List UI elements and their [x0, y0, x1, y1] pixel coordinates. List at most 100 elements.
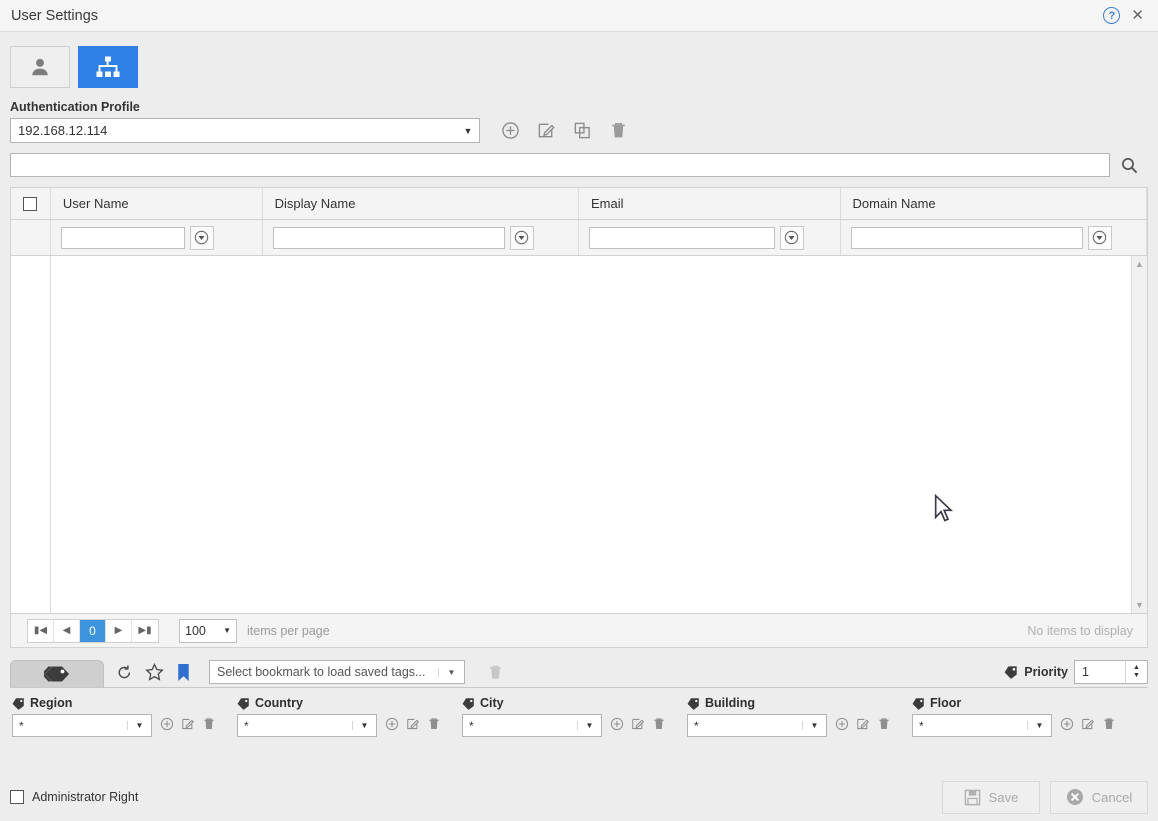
delete-tag-icon[interactable]: [427, 717, 441, 734]
tag-field-region-label-row: Region: [12, 696, 237, 710]
priority-stepper[interactable]: 1 ▲ ▼: [1074, 660, 1148, 684]
add-profile-icon[interactable]: [500, 121, 520, 141]
org-chart-icon: [96, 56, 120, 77]
edit-tag-icon[interactable]: [856, 717, 870, 734]
organization-tab[interactable]: [78, 46, 138, 88]
copy-profile-icon[interactable]: [572, 121, 592, 141]
edit-tag-icon[interactable]: [631, 717, 645, 734]
chevron-down-icon: ▼: [577, 721, 601, 730]
tag-field-city-combobox[interactable]: * ▼: [462, 714, 602, 737]
column-header-domain-name[interactable]: Domain Name: [841, 188, 1147, 219]
administrator-right-row[interactable]: Administrator Right: [10, 790, 138, 804]
tag-field-region-value: *: [19, 718, 24, 733]
chevron-down-icon: ▼: [352, 721, 376, 730]
pager-last-button[interactable]: ▶▮: [132, 620, 158, 642]
column-header-display-name[interactable]: Display Name: [263, 188, 579, 219]
column-header-email[interactable]: Email: [579, 188, 841, 219]
filter-dropdown-icon-display-name[interactable]: [509, 225, 534, 250]
pager-current-page[interactable]: 0: [80, 619, 106, 642]
profile-type-tabs: [0, 32, 1158, 88]
filter-input-display-name[interactable]: [272, 226, 505, 249]
priority-down-icon[interactable]: ▼: [1133, 672, 1140, 680]
save-button[interactable]: Save: [942, 780, 1040, 814]
filter-dropdown-icon-user-name[interactable]: [189, 225, 214, 250]
edit-tag-icon[interactable]: [181, 717, 195, 734]
tag-icon: [462, 697, 474, 710]
edit-tag-icon[interactable]: [406, 717, 420, 734]
cancel-button[interactable]: Cancel: [1050, 780, 1148, 814]
add-tag-icon[interactable]: [610, 717, 624, 734]
tag-field-region-combobox[interactable]: * ▼: [12, 714, 152, 737]
select-all-cell[interactable]: [11, 188, 51, 219]
reset-tags-icon[interactable]: [116, 664, 133, 681]
filter-input-email[interactable]: [588, 226, 775, 249]
edit-tag-icon[interactable]: [1081, 717, 1095, 734]
filter-dropdown-icon-email[interactable]: [779, 225, 804, 250]
page-title: User Settings: [11, 7, 99, 24]
tag-field-country-controls: * ▼: [237, 714, 462, 737]
help-circle-icon[interactable]: ?: [1103, 7, 1121, 24]
pager-buttons: ▮◀ ◀ 0 ▶ ▶▮: [27, 618, 159, 643]
tag-icon: [12, 697, 24, 710]
bookmark-flag-icon[interactable]: [176, 663, 191, 682]
tag-field-floor: Floor * ▼: [912, 696, 1137, 737]
add-tag-icon[interactable]: [835, 717, 849, 734]
column-header-user-name[interactable]: User Name: [51, 188, 263, 219]
tag-field-city: City * ▼: [462, 696, 687, 737]
bookmark-value: Select bookmark to load saved tags...: [217, 665, 426, 679]
tag-field-country-label-row: Country: [237, 696, 462, 710]
chevron-down-icon: ▼: [463, 125, 473, 136]
pager-first-button[interactable]: ▮◀: [28, 619, 54, 642]
delete-profile-icon[interactable]: [608, 121, 628, 141]
filter-input-domain-name[interactable]: [850, 226, 1083, 249]
search-input[interactable]: [10, 153, 1110, 177]
priority-value[interactable]: 1: [1075, 661, 1125, 683]
user-tab[interactable]: [10, 46, 70, 88]
tag-field-country-actions: [385, 717, 441, 734]
select-all-checkbox[interactable]: [23, 196, 38, 211]
close-icon[interactable]: ✕: [1129, 8, 1146, 23]
pager-next-button[interactable]: ▶: [106, 619, 132, 642]
tag-field-building-label: Building: [705, 696, 755, 710]
bookmark-combobox[interactable]: Select bookmark to load saved tags... ▼: [209, 660, 465, 684]
filter-input-user-name[interactable]: [60, 226, 185, 249]
filter-dropdown-icon-domain-name[interactable]: [1087, 225, 1112, 250]
favorite-star-icon[interactable]: [145, 662, 164, 682]
tag-field-building-combobox[interactable]: * ▼: [687, 714, 827, 737]
search-row: [0, 143, 1158, 177]
tag-field-building-actions: [835, 717, 891, 734]
chevron-down-icon: ▼: [223, 626, 231, 635]
tags-icon: [43, 666, 69, 682]
grid-vertical-scrollbar[interactable]: ▲ ▼: [1131, 256, 1147, 613]
chevron-down-icon: ▼: [1027, 721, 1051, 730]
pager-prev-button[interactable]: ◀: [54, 619, 80, 642]
page-size-combobox[interactable]: 100 ▼: [179, 618, 237, 643]
delete-tag-icon[interactable]: [652, 717, 666, 734]
auth-profile-value: 192.168.12.114: [18, 123, 108, 138]
edit-profile-icon[interactable]: [536, 121, 556, 141]
delete-tag-icon[interactable]: [1102, 717, 1116, 734]
delete-tag-icon[interactable]: [877, 717, 891, 734]
scroll-up-icon[interactable]: ▲: [1135, 259, 1144, 269]
delete-bookmark-icon[interactable]: [487, 664, 504, 681]
auth-profile-combobox[interactable]: 192.168.12.114 ▼: [10, 118, 480, 143]
tag-icon: [912, 697, 924, 710]
administrator-right-checkbox[interactable]: [10, 790, 24, 804]
scroll-down-icon[interactable]: ▼: [1135, 600, 1144, 610]
tag-icon: [237, 697, 249, 710]
tag-field-floor-combobox[interactable]: * ▼: [912, 714, 1052, 737]
page-size-value: 100: [185, 623, 206, 638]
tag-field-region-actions: [160, 717, 216, 734]
priority-up-icon[interactable]: ▲: [1133, 664, 1140, 672]
tags-tab[interactable]: [10, 660, 104, 687]
mouse-cursor: [934, 494, 954, 522]
grid-filter-row: [11, 220, 1147, 256]
delete-tag-icon[interactable]: [202, 717, 216, 734]
add-tag-icon[interactable]: [160, 717, 174, 734]
priority-stepper-buttons[interactable]: ▲ ▼: [1125, 661, 1147, 683]
search-icon[interactable]: [1110, 157, 1148, 174]
add-tag-icon[interactable]: [1060, 717, 1074, 734]
save-button-label: Save: [988, 789, 1019, 805]
tag-field-country-combobox[interactable]: * ▼: [237, 714, 377, 737]
add-tag-icon[interactable]: [385, 717, 399, 734]
